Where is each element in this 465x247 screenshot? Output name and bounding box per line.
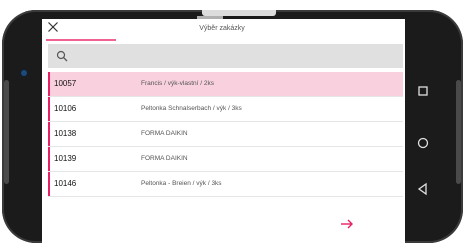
square-icon — [418, 86, 428, 96]
close-button[interactable] — [46, 21, 60, 35]
back-button[interactable] — [410, 176, 436, 202]
page-title: Výběr zakázky — [199, 25, 245, 32]
orders-list: 10057 Francis / výk-vlastní / 2ks 10106 … — [48, 72, 403, 197]
row-accent-bar — [48, 72, 50, 96]
row-accent-bar — [48, 172, 50, 196]
recent-apps-button[interactable] — [410, 78, 436, 104]
order-code: 10057 — [54, 79, 77, 88]
order-code: 10139 — [54, 154, 77, 163]
home-button[interactable] — [410, 130, 436, 156]
next-button[interactable] — [339, 216, 355, 232]
top-bar: Výběr zakázky — [42, 19, 405, 41]
list-item[interactable]: 10138 FORMA DAIKIN — [48, 122, 403, 147]
order-code: 10146 — [54, 179, 77, 188]
row-accent-bar — [48, 97, 50, 121]
list-item[interactable]: 10106 Peltonka Schnalserbach / výk / 3ks — [48, 97, 403, 122]
order-description: Francis / výk-vlastní / 2ks — [141, 80, 214, 87]
close-icon — [48, 22, 58, 32]
phone-speaker-left — [4, 80, 9, 184]
order-description: Peltonka - Breien / výk / 3ks — [141, 180, 222, 187]
order-code: 10138 — [54, 129, 77, 138]
order-code: 10106 — [54, 104, 77, 113]
order-description: FORMA DAIKIN — [141, 155, 188, 162]
list-item[interactable]: 10139 FORMA DAIKIN — [48, 147, 403, 172]
order-description: FORMA DAIKIN — [141, 130, 188, 137]
arrow-right-icon — [341, 219, 353, 229]
order-description: Peltonka Schnalserbach / výk / 3ks — [141, 105, 242, 112]
list-item[interactable]: 10057 Francis / výk-vlastní / 2ks — [48, 72, 403, 97]
row-accent-bar — [48, 147, 50, 171]
search-bar[interactable] — [48, 44, 403, 68]
front-camera — [21, 70, 27, 76]
phone-speaker-right — [456, 80, 461, 184]
tab-underline — [46, 39, 116, 41]
circle-icon — [417, 137, 429, 149]
list-item[interactable]: 10146 Peltonka - Breien / výk / 3ks — [48, 172, 403, 197]
app-screen: Výběr zakázky 10057 Francis / výk-vlastn… — [42, 19, 405, 246]
search-icon — [56, 50, 68, 62]
triangle-back-icon — [417, 182, 427, 196]
row-accent-bar — [48, 122, 50, 146]
